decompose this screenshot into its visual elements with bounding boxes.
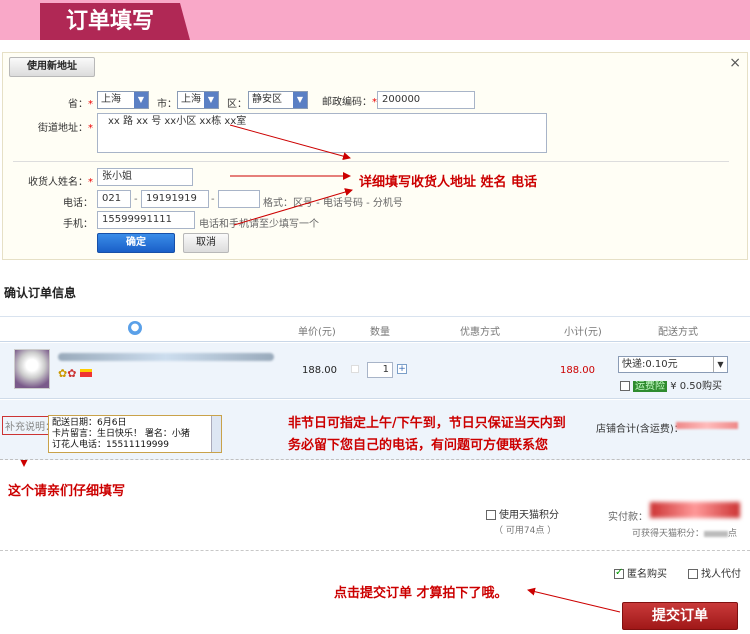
col-shipping: 配送方式 [658, 327, 698, 338]
col-qty: 数量 [370, 327, 390, 338]
pay-label: 实付款： [608, 512, 648, 523]
submit-note: 点击提交订单 才算拍下了哦。 [334, 586, 508, 601]
item-price: 188.00 [302, 365, 337, 376]
proxy-pay-option[interactable]: 找人代付 [688, 565, 741, 580]
anonymous-option[interactable]: 匿名购买 [614, 565, 667, 580]
memo-note-fill: 这个请亲们仔细填写 [8, 484, 126, 499]
use-points-checkbox[interactable] [486, 510, 496, 520]
earn-points: 可获得天猫积分：点 [632, 529, 738, 539]
store-total-label: 店铺合计(含运费)： [596, 424, 684, 435]
store-total-blurred [676, 422, 738, 429]
divider [0, 550, 750, 551]
order-section-title: 确认订单信息 [4, 286, 77, 300]
col-discount: 优惠方式 [460, 327, 500, 338]
product-badges: ✿✿ [58, 367, 92, 380]
memo-textarea[interactable]: 配送日期：6月6日 卡片留言：生日快乐！ 署名：小猪 订花人电话：1551111… [48, 415, 222, 453]
anonymous-checkbox[interactable] [614, 567, 624, 579]
qty-input[interactable]: 1 [367, 362, 393, 378]
proxy-pay-checkbox[interactable] [688, 569, 698, 579]
pay-amount-blurred [650, 502, 740, 518]
col-price: 单价(元) [298, 327, 336, 338]
help-icon[interactable]: ● [128, 321, 142, 335]
qty-plus-button[interactable]: + [397, 364, 407, 374]
col-subtotal: 小计(元) [564, 327, 602, 338]
freight-insurance: 运费险 ¥ 0.50购买 [620, 377, 722, 392]
shipping-select[interactable]: 快递:0.10元 ▼ [618, 356, 728, 373]
memo-note-phone: 务必留下您自己的电话，有问题可方便联系您 [288, 438, 549, 453]
available-points: （ 可用74点 ） [494, 526, 557, 536]
order-table-header: ● 单价(元) 数量 优惠方式 小计(元) 配送方式 [0, 316, 750, 342]
product-thumbnail[interactable] [14, 349, 50, 389]
freight-insurance-checkbox[interactable] [620, 381, 630, 391]
order-item-row: ✿✿ 188.00 1 + 188.00 快递:0.10元 ▼ 运费险 ¥ 0.5… [0, 343, 750, 399]
use-points[interactable]: 使用天猫积分 [486, 506, 559, 521]
memo-scrollbar[interactable] [211, 416, 221, 452]
memo-note-date: 非节日可指定上午/下午到，节日只保证当天内到 [288, 416, 566, 431]
submit-order-button[interactable]: 提交订单 [622, 602, 738, 630]
item-subtotal: 188.00 [560, 365, 595, 376]
qty-minus-button[interactable] [351, 365, 359, 373]
product-title-blurred[interactable] [58, 353, 274, 361]
memo-row: 补充说明： 配送日期：6月6日 卡片留言：生日快乐！ 署名：小猪 订花人电话：1… [0, 400, 750, 460]
